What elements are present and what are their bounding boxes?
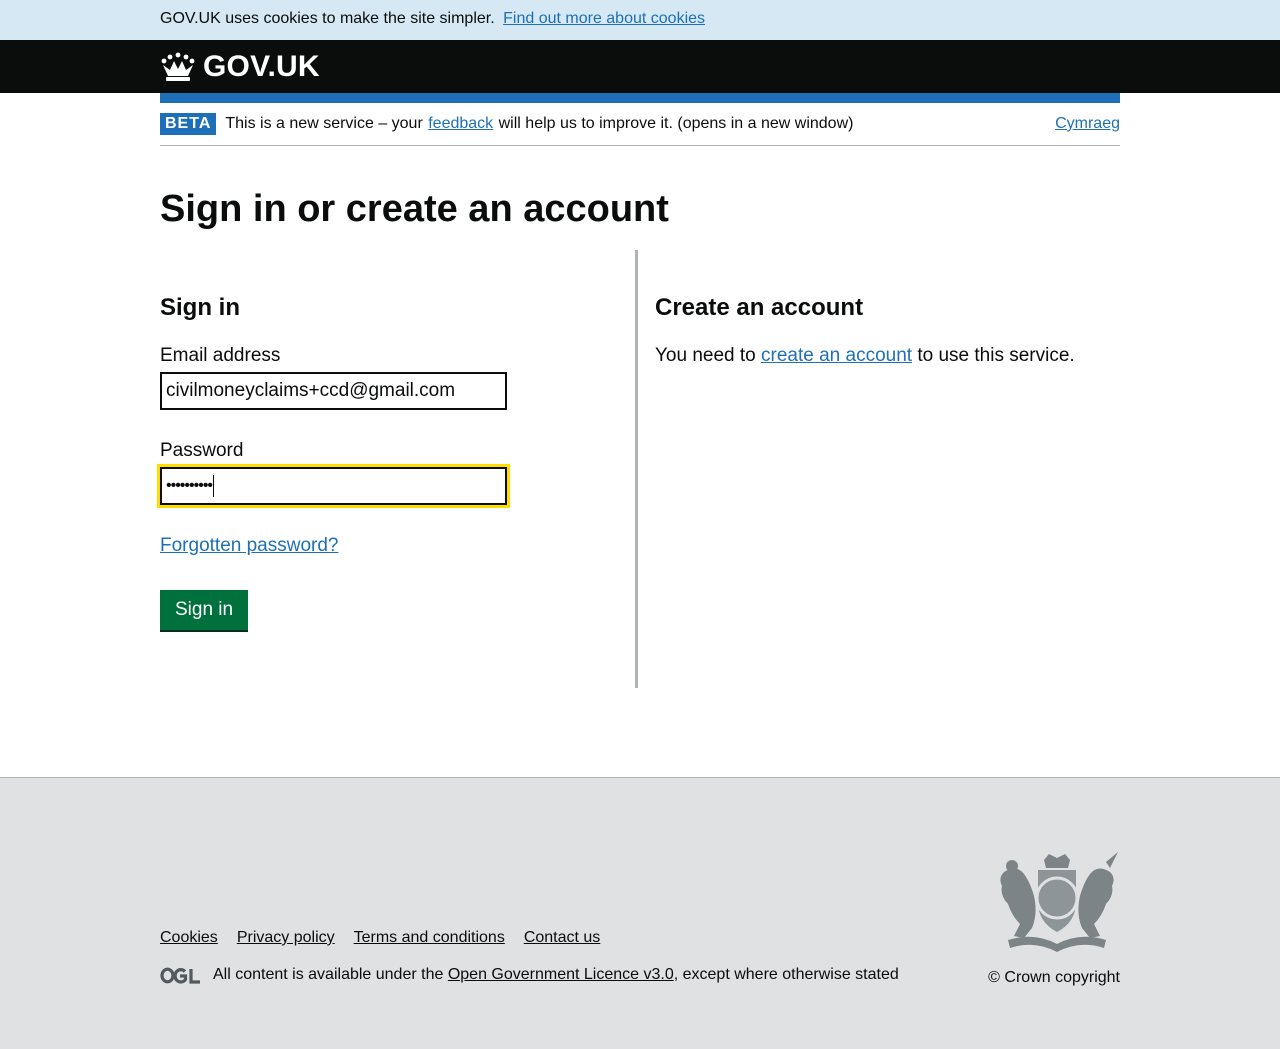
password-field-value: ••••••••••: [166, 477, 213, 494]
sign-in-heading: Sign in: [160, 294, 240, 321]
footer-link-terms[interactable]: Terms and conditions: [354, 929, 505, 947]
licence-text-before: All content is available under the: [213, 966, 444, 983]
feedback-link[interactable]: feedback: [428, 115, 493, 132]
beta-tag: BETA: [160, 113, 217, 135]
create-account-link[interactable]: create an account: [761, 345, 912, 366]
crown-copyright-link[interactable]: © Crown copyright: [988, 969, 1120, 987]
header-blue-bar: [160, 93, 1120, 103]
phase-text-after: will help us to improve it. (opens in a …: [498, 115, 854, 132]
footer-link-privacy[interactable]: Privacy policy: [237, 929, 335, 947]
main-content: Sign in Email address civilmoneyclaims+c…: [157, 250, 1120, 688]
language-toggle-link[interactable]: Cymraeg: [1055, 115, 1120, 133]
email-field-value: civilmoneyclaims+ccd@gmail.com: [166, 380, 456, 401]
email-label: Email address: [160, 345, 281, 366]
licence-text-after: , except where otherwise stated: [673, 966, 899, 983]
royal-coat-of-arms-icon: [1000, 852, 1118, 952]
create-account-text-before: You need to: [655, 345, 756, 366]
licence-link[interactable]: Open Government Licence v3.0: [448, 966, 674, 984]
password-field[interactable]: ••••••••••: [157, 464, 510, 508]
site-footer: Cookies Privacy policy Terms and conditi…: [0, 777, 1280, 1049]
text-caret: [213, 475, 215, 497]
phase-banner-text: This is a new service – your feedback wi…: [225, 115, 1055, 133]
create-account-text: You need to create an account to use thi…: [655, 344, 1075, 368]
footer-links: Cookies Privacy policy Terms and conditi…: [160, 929, 619, 947]
create-account-heading: Create an account: [655, 294, 864, 321]
cookie-banner: GOV.UK uses cookies to make the site sim…: [0, 0, 1280, 40]
govuk-logo-link[interactable]: GOV.UK: [160, 50, 320, 84]
crown-icon: [161, 52, 195, 81]
phase-banner: BETA This is a new service – your feedba…: [160, 103, 1120, 146]
ogl-logo-icon: [160, 967, 200, 984]
footer-link-cookies[interactable]: Cookies: [160, 929, 218, 947]
forgotten-password-link[interactable]: Forgotten password?: [160, 534, 339, 558]
logo-text: GOV.UK: [203, 49, 320, 83]
cookie-banner-text: GOV.UK uses cookies to make the site sim…: [160, 10, 495, 27]
page-title: Sign in or create an account: [160, 188, 669, 230]
licence-statement: All content is available under the Open …: [160, 966, 899, 984]
password-label: Password: [160, 440, 244, 461]
footer-link-contact[interactable]: Contact us: [524, 929, 600, 947]
sign-in-column: Sign in Email address civilmoneyclaims+c…: [157, 250, 638, 688]
cookie-info-link[interactable]: Find out more about cookies: [503, 10, 705, 27]
create-account-text-after: to use this service.: [917, 345, 1075, 366]
email-field[interactable]: civilmoneyclaims+ccd@gmail.com: [160, 372, 507, 410]
phase-text-before: This is a new service – your: [225, 115, 423, 132]
site-header: GOV.UK: [0, 40, 1280, 93]
sign-in-button[interactable]: Sign in: [160, 590, 249, 630]
